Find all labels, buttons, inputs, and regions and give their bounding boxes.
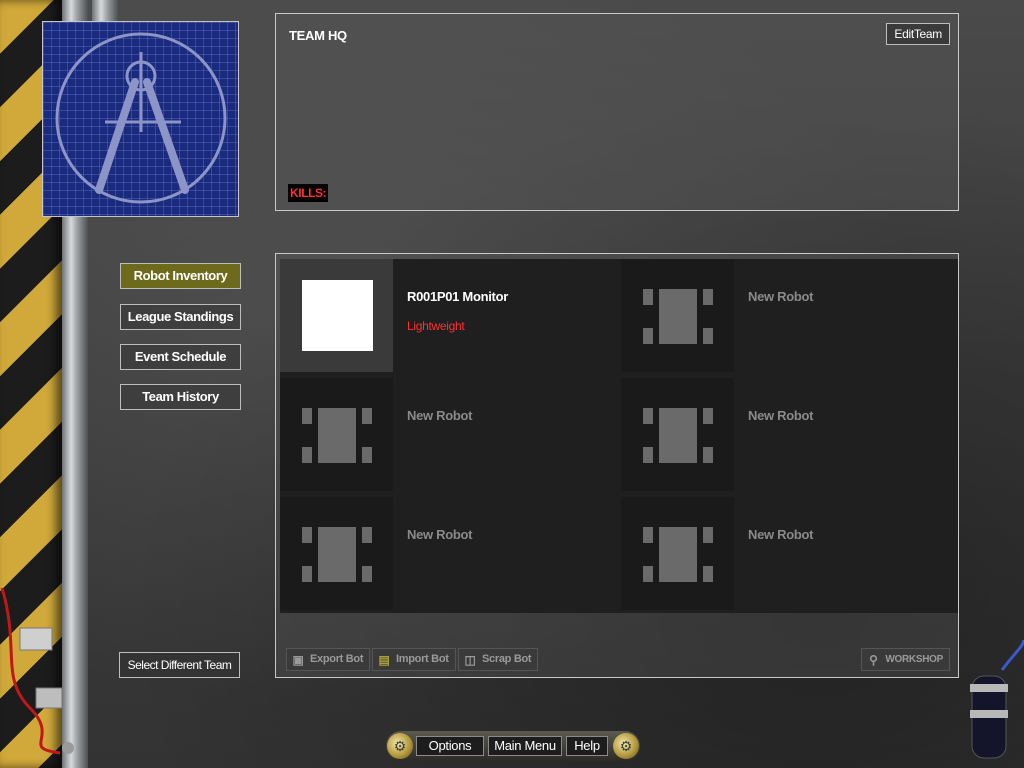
robot-inventory-panel: R001P01 Monitor Lightweight New Robot Ne… [275,253,959,678]
robot-weight-class: Lightweight [407,319,465,333]
empty-robot-icon [302,408,372,463]
robot-slot[interactable]: New Robot [280,378,618,491]
robot-thumbnail [621,497,734,610]
trash-can-icon: ◫ [464,652,476,667]
robot-name: New Robot [748,527,814,542]
electrical-wire-decoration [0,588,74,755]
nav-event-schedule[interactable]: Event Schedule [120,344,241,370]
help-button[interactable]: Help [566,736,608,756]
robot-name: R001P01 Monitor [407,289,508,304]
scrap-bot-label: Scrap Bot [482,653,532,665]
robot-thumbnail [621,378,734,491]
nav-robot-inventory[interactable]: Robot Inventory [120,263,241,289]
empty-robot-icon [643,289,713,344]
select-different-team-button[interactable]: Select Different Team [119,652,240,678]
robot-thumbnail [280,497,393,610]
compass-logo-icon [55,32,227,204]
import-bot-button[interactable]: ▤ Import Bot [372,648,456,671]
workshop-label: WORKSHOP [885,654,943,665]
team-hq-panel: TEAM HQ EditTeam KILLS: [275,13,959,211]
robot-thumbnail [280,259,393,372]
team-hq-title: TEAM HQ [289,28,347,43]
robot-thumbnail [280,378,393,491]
robot-slot-grid: R001P01 Monitor Lightweight New Robot Ne… [280,259,958,613]
empty-robot-icon [643,408,713,463]
edit-team-button[interactable]: EditTeam [886,23,950,45]
empty-robot-icon [302,527,372,582]
robot-name: New Robot [748,289,814,304]
nav-league-standings[interactable]: League Standings [120,304,241,330]
export-bot-label: Export Bot [310,653,364,665]
robot-slot[interactable]: New Robot [280,497,618,610]
gear-icon: ⚙ [613,733,639,759]
robot-thumbnail [621,259,734,372]
main-menu-button[interactable]: Main Menu [488,736,562,756]
robot-slot[interactable]: New Robot [621,378,959,491]
robot-slot[interactable]: New Robot [621,497,959,610]
options-button[interactable]: Options [416,736,484,756]
robot-name: New Robot [407,408,473,423]
canister-decoration [970,640,1024,759]
empty-robot-icon [643,527,713,582]
robot-image [302,280,373,351]
nav-team-history[interactable]: Team History [120,384,241,410]
robot-name: New Robot [748,408,814,423]
team-logo [42,21,239,217]
workshop-button[interactable]: ⚲ WORKSHOP [861,648,950,671]
wrench-icon: ⚲ [869,652,878,667]
gear-icon: ⚙ [387,733,413,759]
folder-icon: ▤ [378,652,390,667]
scrap-bot-button[interactable]: ◫ Scrap Bot [458,648,539,671]
kills-label: KILLS: [288,184,329,202]
export-bot-button[interactable]: ▣ Export Bot [286,648,371,671]
import-bot-label: Import Bot [396,653,449,665]
robot-name: New Robot [407,527,473,542]
robot-slot[interactable]: New Robot [621,259,959,372]
floppy-disk-icon: ▣ [292,652,304,667]
robot-slot[interactable]: R001P01 Monitor Lightweight [280,259,618,372]
